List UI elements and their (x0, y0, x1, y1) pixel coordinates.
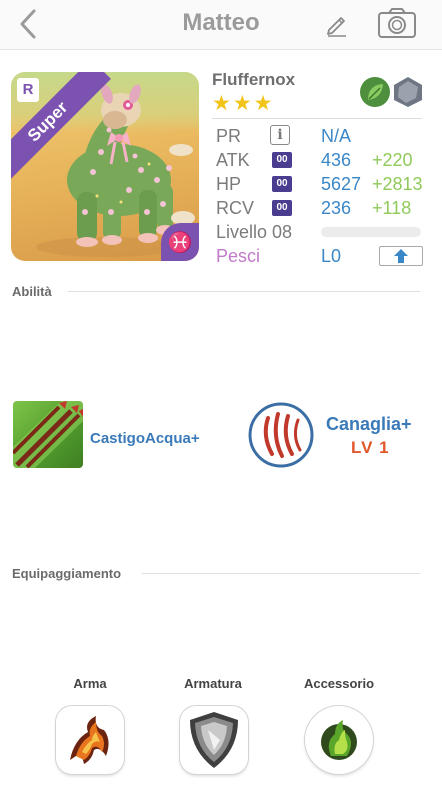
green-flame-accessory-icon (309, 710, 369, 770)
ability-name[interactable]: Canaglia+ (326, 414, 412, 435)
skill-name[interactable]: CastigoAcqua+ (90, 430, 200, 447)
rock-element-icon (394, 77, 422, 107)
equip-slot-accessory[interactable] (305, 706, 373, 774)
equip-slot-armor[interactable] (180, 706, 248, 774)
section-divider-abilities (68, 291, 420, 292)
stat-value-pr: N/A (321, 126, 352, 146)
monster-name: Fluffernox (212, 70, 296, 89)
stat-value-hp: 5627 (321, 174, 362, 194)
stat-label-atk: ATK (216, 150, 250, 170)
info-icon[interactable]: i (270, 125, 290, 145)
skill-icon[interactable] (13, 401, 83, 468)
equip-label-accessory: Accessorio (303, 676, 375, 691)
plus-badge-rcv: 00 (272, 200, 292, 216)
camera-button[interactable] (376, 6, 418, 40)
element-icons (360, 77, 422, 107)
stat-label-hp: HP (216, 174, 242, 194)
edit-button[interactable] (322, 8, 352, 38)
stat-label-zodiac: Pesci (216, 246, 261, 266)
level-up-button[interactable] (379, 246, 423, 266)
arrow-up-icon (394, 249, 408, 263)
leaf-element-icon (360, 77, 390, 107)
section-title-abilities: Abilità (12, 284, 52, 299)
stats-divider (212, 118, 422, 119)
plus-badge-hp: 00 (272, 176, 292, 192)
stat-value-rcv: 236 (321, 198, 352, 218)
stat-value-atk: 436 (321, 150, 352, 170)
plus-badge-atk: 00 (272, 152, 292, 168)
rank-badge: R (17, 78, 39, 102)
equip-label-weapon: Arma (73, 676, 107, 691)
section-title-equipment: Equipaggiamento (12, 566, 122, 581)
rank-badge-letter: R (22, 81, 34, 98)
zodiac-sign-badge: ♓ (161, 223, 199, 261)
shield-armor-icon (190, 712, 238, 768)
spear-strike-icon (13, 401, 83, 468)
section-divider-equipment (142, 573, 420, 574)
camera-icon (378, 8, 416, 38)
stat-label-level: Livello 08 (216, 222, 293, 242)
claw-slash-icon (248, 402, 314, 468)
stat-label-rcv: RCV (216, 198, 255, 218)
stat-label-pr: PR (216, 126, 242, 146)
star-rating: ★★★ (212, 92, 275, 115)
stat-value-zodiac: L0 (321, 246, 342, 266)
stat-bonus-hp: +2813 (372, 174, 423, 194)
ability-icon[interactable] (248, 402, 314, 468)
equip-slot-weapon[interactable] (56, 706, 124, 774)
stat-bonus-rcv: +118 (372, 198, 412, 218)
header-bar: Matteo (0, 0, 442, 50)
pencil-icon (327, 17, 346, 37)
level-progress-bar (321, 227, 421, 237)
ability-level: LV 1 (351, 438, 390, 457)
stat-bonus-atk: +220 (372, 150, 413, 170)
monster-portrait[interactable]: R Super ♓ (11, 72, 199, 261)
fire-claw-weapon-icon (70, 716, 109, 764)
equip-label-armor: Armatura (184, 676, 242, 691)
